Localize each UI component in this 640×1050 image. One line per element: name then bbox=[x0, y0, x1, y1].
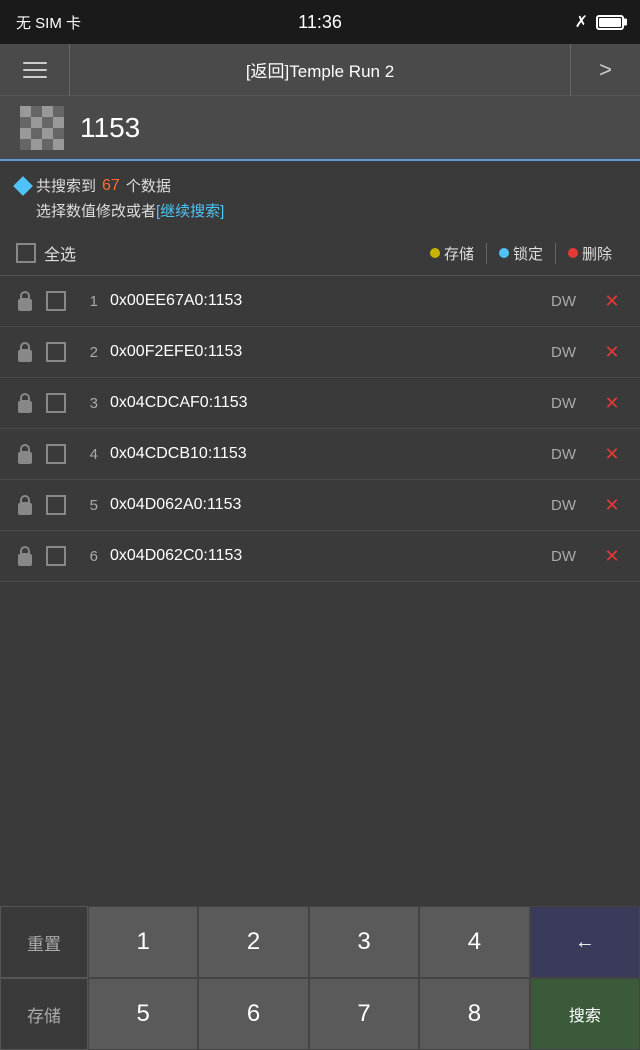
row-type: DW bbox=[551, 497, 576, 514]
app-icon bbox=[20, 106, 64, 150]
lock-icon bbox=[16, 291, 34, 311]
nav-bar: [返回]Temple Run 2 > bbox=[0, 44, 640, 96]
action-prefix: 选择数值修改或者 bbox=[36, 203, 156, 220]
key-5[interactable]: 5 bbox=[88, 978, 198, 1050]
row-type: DW bbox=[551, 446, 576, 463]
save-dot bbox=[430, 248, 440, 258]
row-checkbox[interactable] bbox=[46, 495, 66, 515]
delete-button[interactable]: ✕ bbox=[600, 442, 624, 466]
select-all-area: 全选 bbox=[16, 241, 418, 265]
lock-label: 锁定 bbox=[513, 243, 543, 264]
status-bar: 无 SIM 卡 11:36 ✗ bbox=[0, 0, 640, 44]
row-number: 1 bbox=[78, 293, 98, 310]
table-row: 5 0x04D062A0:1153 DW ✕ bbox=[0, 480, 640, 531]
search-summary: 共搜索到 67 个数据 bbox=[16, 175, 624, 196]
row-address[interactable]: 0x04D062A0:1153 bbox=[110, 496, 539, 514]
menu-button[interactable] bbox=[0, 44, 70, 96]
row-number: 6 bbox=[78, 548, 98, 565]
row-type: DW bbox=[551, 344, 576, 361]
key-3[interactable]: 3 bbox=[309, 906, 419, 978]
lock-icon bbox=[16, 546, 34, 566]
delete-button[interactable]: ✕ bbox=[600, 289, 624, 313]
row-type: DW bbox=[551, 395, 576, 412]
row-number: 2 bbox=[78, 344, 98, 361]
delete-button[interactable]: ✕ bbox=[600, 544, 624, 568]
delete-button[interactable]: ✕ bbox=[600, 340, 624, 364]
key-6[interactable]: 6 bbox=[198, 978, 308, 1050]
forward-button[interactable]: > bbox=[570, 44, 640, 96]
lock-icon bbox=[16, 444, 34, 464]
keyboard-area: 重置 1 2 3 4 ← 存储 5 6 7 8 搜索 bbox=[0, 906, 640, 1050]
lock-icon bbox=[16, 495, 34, 515]
app-header: 1153 bbox=[0, 96, 640, 161]
key-2[interactable]: 2 bbox=[198, 906, 308, 978]
key-1[interactable]: 1 bbox=[88, 906, 198, 978]
diamond-icon bbox=[13, 176, 33, 196]
row-checkbox[interactable] bbox=[46, 546, 66, 566]
row-type: DW bbox=[551, 548, 576, 565]
delete-button[interactable]: ✕ bbox=[600, 391, 624, 415]
row-address[interactable]: 0x00F2EFE0:1153 bbox=[110, 343, 539, 361]
backspace-button[interactable]: ← bbox=[530, 906, 640, 978]
keyboard-save-button[interactable]: 存储 bbox=[0, 978, 88, 1050]
hamburger-icon bbox=[23, 62, 47, 78]
table-row: 6 0x04D062C0:1153 DW ✕ bbox=[0, 531, 640, 582]
keyboard-row-2: 存储 5 6 7 8 搜索 bbox=[0, 978, 640, 1050]
row-checkbox[interactable] bbox=[46, 444, 66, 464]
keyboard-row-1: 重置 1 2 3 4 ← bbox=[0, 906, 640, 978]
delete-label: 删除 bbox=[582, 243, 612, 264]
toolbar: 全选 存储 锁定 删除 bbox=[0, 231, 640, 276]
lock-dot bbox=[499, 248, 509, 258]
search-count: 67 bbox=[102, 177, 120, 195]
lock-icon bbox=[16, 393, 34, 413]
bluetooth-icon: ✗ bbox=[575, 12, 588, 32]
row-address[interactable]: 0x00EE67A0:1153 bbox=[110, 292, 539, 310]
delete-dot bbox=[568, 248, 578, 258]
save-label: 存储 bbox=[444, 243, 474, 264]
row-number: 5 bbox=[78, 497, 98, 514]
status-icons: ✗ bbox=[575, 12, 624, 32]
row-address[interactable]: 0x04CDCB10:1153 bbox=[110, 445, 539, 463]
sim-status: 无 SIM 卡 bbox=[16, 12, 81, 33]
search-action-text: 选择数值修改或者[继续搜索] bbox=[16, 200, 624, 221]
battery-icon bbox=[596, 15, 624, 30]
search-prefix: 共搜索到 bbox=[36, 175, 96, 196]
toolbar-actions: 存储 锁定 删除 bbox=[418, 243, 624, 264]
chevron-right-icon: > bbox=[599, 57, 612, 83]
key-7[interactable]: 7 bbox=[309, 978, 419, 1050]
data-list: 1 0x00EE67A0:1153 DW ✕ 2 0x00F2EFE0:1153… bbox=[0, 276, 640, 582]
table-row: 3 0x04CDCAF0:1153 DW ✕ bbox=[0, 378, 640, 429]
row-checkbox[interactable] bbox=[46, 393, 66, 413]
search-button[interactable]: 搜索 bbox=[530, 978, 640, 1050]
table-row: 4 0x04CDCB10:1153 DW ✕ bbox=[0, 429, 640, 480]
app-value: 1153 bbox=[80, 112, 140, 144]
table-row: 2 0x00F2EFE0:1153 DW ✕ bbox=[0, 327, 640, 378]
nav-title: [返回]Temple Run 2 bbox=[70, 57, 570, 82]
lock-icon bbox=[16, 342, 34, 362]
row-type: DW bbox=[551, 293, 576, 310]
continue-search-link[interactable]: [继续搜索] bbox=[156, 203, 224, 220]
save-action[interactable]: 存储 bbox=[418, 243, 487, 264]
key-4[interactable]: 4 bbox=[419, 906, 529, 978]
select-all-checkbox[interactable] bbox=[16, 243, 36, 263]
table-row: 1 0x00EE67A0:1153 DW ✕ bbox=[0, 276, 640, 327]
row-checkbox[interactable] bbox=[46, 291, 66, 311]
search-unit: 个数据 bbox=[126, 175, 171, 196]
search-info: 共搜索到 67 个数据 选择数值修改或者[继续搜索] bbox=[0, 161, 640, 231]
row-address[interactable]: 0x04CDCAF0:1153 bbox=[110, 394, 539, 412]
lock-action[interactable]: 锁定 bbox=[487, 243, 556, 264]
key-8[interactable]: 8 bbox=[419, 978, 529, 1050]
row-number: 4 bbox=[78, 446, 98, 463]
delete-action[interactable]: 删除 bbox=[556, 243, 624, 264]
select-all-label: 全选 bbox=[44, 241, 76, 265]
row-checkbox[interactable] bbox=[46, 342, 66, 362]
clock: 11:36 bbox=[298, 12, 342, 33]
row-number: 3 bbox=[78, 395, 98, 412]
row-address[interactable]: 0x04D062C0:1153 bbox=[110, 547, 539, 565]
reset-button[interactable]: 重置 bbox=[0, 906, 88, 978]
delete-button[interactable]: ✕ bbox=[600, 493, 624, 517]
